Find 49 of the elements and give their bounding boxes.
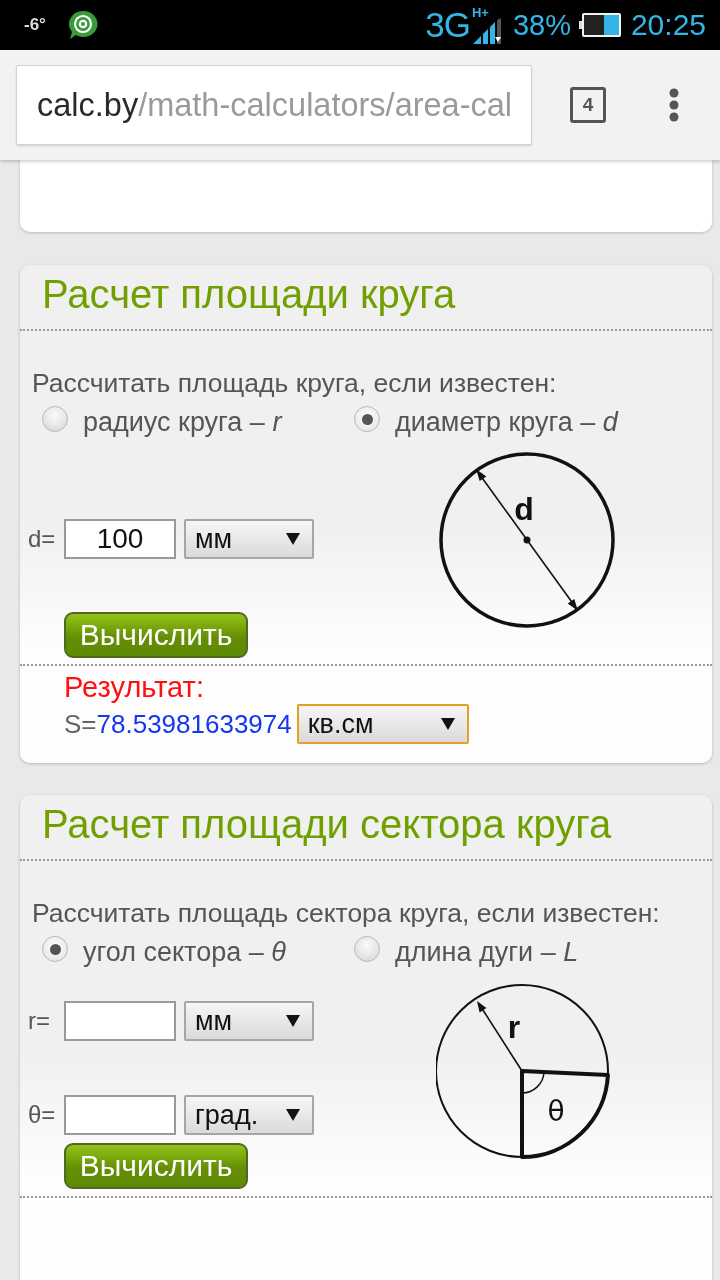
network-type-text: 3G: [425, 5, 470, 45]
radio-button[interactable]: [354, 406, 380, 432]
unit-select[interactable]: мм: [184, 519, 314, 559]
tab-count-button[interactable]: 4: [570, 87, 606, 123]
radio-label[interactable]: угол сектора – θ: [83, 936, 286, 968]
input-field[interactable]: [64, 1001, 176, 1041]
variable-label: d=: [28, 525, 57, 553]
card-title: Расчет площади круга: [41, 271, 457, 317]
calculate-button[interactable]: Вычислить: [64, 1143, 248, 1189]
radio-button[interactable]: [42, 936, 68, 962]
radius-arrow: [477, 1001, 523, 1072]
radio-label[interactable]: длина дуги – L: [395, 936, 579, 968]
signal-icon: [472, 18, 501, 44]
calculate-button[interactable]: Вычислить: [64, 612, 248, 658]
unit-select[interactable]: град.: [184, 1095, 314, 1135]
url-text: calc.by/math-calculators/area-cal: [37, 86, 513, 124]
prompt-text: Рассчитать площадь сектора круга, если известен:: [32, 899, 661, 927]
unit-select[interactable]: мм: [184, 1001, 314, 1041]
diameter-label: d: [514, 491, 534, 527]
network-speed-text: H+: [471, 5, 489, 20]
radio-button[interactable]: [354, 936, 380, 962]
angle-label: θ: [547, 1095, 565, 1128]
chat-bubble-icon: [67, 10, 98, 40]
angle-arc: [521, 1071, 545, 1094]
url-field[interactable]: calc.by/math-calculators/area-cal: [16, 65, 532, 145]
input-field[interactable]: 100: [64, 519, 176, 559]
caret-icon: [286, 533, 300, 545]
radio-button[interactable]: [42, 406, 68, 432]
unit-select[interactable]: кв.см: [296, 704, 469, 744]
battery-icon: [578, 13, 621, 37]
temperature-text: -6°: [24, 15, 46, 35]
center-dot-icon: [523, 536, 531, 544]
result-label: Результат:: [64, 672, 204, 702]
caret-icon: [286, 1015, 300, 1027]
radio-label[interactable]: радиус круга – r: [83, 406, 282, 438]
clock-text: 20:25: [630, 8, 706, 42]
radio-label[interactable]: диаметр круга – d: [395, 406, 618, 438]
result-value: 78.53981633974: [96, 708, 292, 740]
menu-icon[interactable]: [669, 88, 679, 122]
result-variable: S=: [64, 708, 97, 740]
prompt-text: Рассчитать площадь круга, если известен:: [32, 369, 558, 397]
input-field[interactable]: [64, 1095, 176, 1135]
caret-icon: [286, 1109, 300, 1121]
variable-label: θ=: [28, 1101, 57, 1129]
variable-label: r=: [28, 1007, 51, 1035]
caret-icon: [440, 718, 455, 730]
radius-label: r: [507, 1009, 521, 1045]
card-title: Расчет площади сектора круга: [41, 801, 613, 847]
battery-percent-text: 38%: [512, 8, 571, 42]
